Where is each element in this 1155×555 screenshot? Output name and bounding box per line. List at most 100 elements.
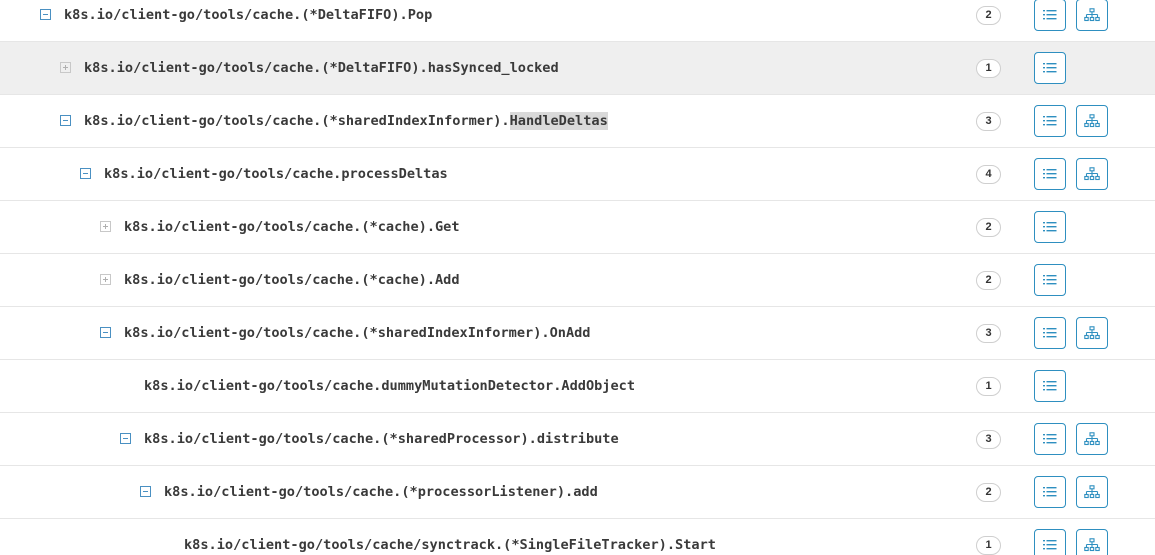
list-icon-glyph	[1043, 487, 1057, 497]
search-match-highlight: HandleDeltas	[509, 112, 608, 130]
list-icon	[1043, 274, 1057, 286]
list-icon-glyph	[1043, 116, 1057, 126]
collapse-toggle-minus-icon[interactable]	[100, 327, 111, 338]
list-view-button[interactable]	[1034, 105, 1066, 137]
tree-view-button[interactable]	[1076, 476, 1108, 508]
collapse-toggle-minus-icon[interactable]	[80, 168, 91, 179]
list-view-button[interactable]	[1034, 423, 1066, 455]
tree-row[interactable]: k8s.io/client-go/tools/cache.(*cache).Ge…	[0, 201, 1155, 254]
function-name[interactable]: k8s.io/client-go/tools/cache.dummyMutati…	[144, 376, 635, 396]
tree-view-button[interactable]	[1076, 105, 1108, 137]
hierarchy-icon	[1084, 326, 1100, 340]
hierarchy-icon-glyph	[1084, 432, 1100, 446]
collapse-toggle-minus-icon[interactable]	[120, 433, 131, 444]
function-name-text: k8s.io/client-go/tools/cache.(*sharedInd…	[124, 325, 591, 341]
expand-toggle-plus-icon[interactable]	[100, 274, 111, 285]
tree-view-button[interactable]	[1076, 0, 1108, 31]
hierarchy-icon-glyph	[1084, 114, 1100, 128]
list-icon-glyph	[1043, 10, 1057, 20]
hierarchy-icon-glyph	[1084, 326, 1100, 340]
list-view-button[interactable]	[1034, 264, 1066, 296]
tree-view-button[interactable]	[1076, 423, 1108, 455]
tree-row[interactable]: k8s.io/client-go/tools/cache.processDelt…	[0, 148, 1155, 201]
function-name-text: k8s.io/client-go/tools/cache.(*DeltaFIFO…	[64, 7, 433, 23]
hierarchy-icon	[1084, 114, 1100, 128]
hierarchy-icon-glyph	[1084, 8, 1100, 22]
function-name-text: k8s.io/client-go/tools/cache.(*DeltaFIFO…	[84, 60, 559, 76]
hierarchy-icon-glyph	[1084, 538, 1100, 552]
tree-view-button[interactable]	[1076, 529, 1108, 555]
tree-view-button[interactable]	[1076, 158, 1108, 190]
list-icon	[1043, 327, 1057, 339]
count-badge: 1	[976, 377, 1001, 396]
function-name[interactable]: k8s.io/client-go/tools/cache.(*DeltaFIFO…	[84, 58, 559, 78]
list-icon-glyph	[1043, 540, 1057, 550]
list-view-button[interactable]	[1034, 529, 1066, 555]
tree-row[interactable]: k8s.io/client-go/tools/cache.(*sharedInd…	[0, 95, 1155, 148]
list-icon	[1043, 9, 1057, 21]
tree-view-button[interactable]	[1076, 317, 1108, 349]
count-badge: 1	[976, 536, 1001, 555]
hierarchy-icon-glyph	[1084, 485, 1100, 499]
list-icon-glyph	[1043, 381, 1057, 391]
tree-row[interactable]: k8s.io/client-go/tools/cache.dummyMutati…	[0, 360, 1155, 413]
list-icon-glyph	[1043, 434, 1057, 444]
function-name-text: k8s.io/client-go/tools/cache.dummyMutati…	[144, 378, 636, 394]
function-name[interactable]: k8s.io/client-go/tools/cache.(*DeltaFIFO…	[64, 5, 432, 25]
collapse-toggle-minus-icon[interactable]	[40, 9, 51, 20]
list-icon	[1043, 115, 1057, 127]
call-tree: k8s.io/client-go/tools/cache.(*DeltaFIFO…	[0, 0, 1155, 555]
expand-toggle-plus-icon[interactable]	[100, 221, 111, 232]
list-view-button[interactable]	[1034, 52, 1066, 84]
list-view-button[interactable]	[1034, 476, 1066, 508]
tree-row[interactable]: k8s.io/client-go/tools/cache.(*processor…	[0, 466, 1155, 519]
function-name[interactable]: k8s.io/client-go/tools/cache.(*cache).Ge…	[124, 217, 460, 237]
tree-row[interactable]: k8s.io/client-go/tools/cache.(*DeltaFIFO…	[0, 42, 1155, 95]
function-name[interactable]: k8s.io/client-go/tools/cache/synctrack.(…	[184, 535, 716, 555]
expand-toggle-plus-icon[interactable]	[60, 62, 71, 73]
function-name[interactable]: k8s.io/client-go/tools/cache.(*sharedInd…	[124, 323, 591, 343]
count-badge: 1	[976, 59, 1001, 78]
tree-row[interactable]: k8s.io/client-go/tools/cache.(*DeltaFIFO…	[0, 0, 1155, 42]
tree-row[interactable]: k8s.io/client-go/tools/cache.(*sharedPro…	[0, 413, 1155, 466]
list-view-button[interactable]	[1034, 370, 1066, 402]
hierarchy-icon	[1084, 538, 1100, 552]
count-badge: 3	[976, 324, 1001, 343]
hierarchy-icon	[1084, 485, 1100, 499]
tree-row[interactable]: k8s.io/client-go/tools/cache.(*sharedInd…	[0, 307, 1155, 360]
count-badge: 3	[976, 430, 1001, 449]
function-name-text: k8s.io/client-go/tools/cache.processDelt…	[104, 166, 448, 182]
function-name[interactable]: k8s.io/client-go/tools/cache.(*sharedPro…	[144, 429, 619, 449]
list-icon-glyph	[1043, 63, 1057, 73]
hierarchy-icon	[1084, 8, 1100, 22]
list-view-button[interactable]	[1034, 211, 1066, 243]
count-badge: 2	[976, 271, 1001, 290]
function-name[interactable]: k8s.io/client-go/tools/cache.(*sharedInd…	[84, 111, 608, 131]
list-icon-glyph	[1043, 275, 1057, 285]
function-name[interactable]: k8s.io/client-go/tools/cache.(*cache).Ad…	[124, 270, 460, 290]
count-badge: 2	[976, 483, 1001, 502]
list-icon	[1043, 221, 1057, 233]
function-name-text: k8s.io/client-go/tools/cache.(*processor…	[164, 484, 598, 500]
list-icon-glyph	[1043, 169, 1057, 179]
count-badge: 2	[976, 6, 1001, 25]
tree-row[interactable]: k8s.io/client-go/tools/cache/synctrack.(…	[0, 519, 1155, 555]
collapse-toggle-minus-icon[interactable]	[60, 115, 71, 126]
function-name[interactable]: k8s.io/client-go/tools/cache.(*processor…	[164, 482, 598, 502]
list-view-button[interactable]	[1034, 0, 1066, 31]
function-name[interactable]: k8s.io/client-go/tools/cache.processDelt…	[104, 164, 448, 184]
list-icon	[1043, 62, 1057, 74]
list-icon	[1043, 168, 1057, 180]
count-badge: 3	[976, 112, 1001, 131]
tree-row[interactable]: k8s.io/client-go/tools/cache.(*cache).Ad…	[0, 254, 1155, 307]
function-name-text: k8s.io/client-go/tools/cache/synctrack.(…	[184, 537, 716, 553]
list-icon-glyph	[1043, 222, 1057, 232]
list-icon	[1043, 539, 1057, 551]
count-badge: 2	[976, 218, 1001, 237]
function-name-text: k8s.io/client-go/tools/cache.(*cache).Ge…	[124, 219, 460, 235]
list-view-button[interactable]	[1034, 158, 1066, 190]
collapse-toggle-minus-icon[interactable]	[140, 486, 151, 497]
list-icon-glyph	[1043, 328, 1057, 338]
list-view-button[interactable]	[1034, 317, 1066, 349]
hierarchy-icon	[1084, 432, 1100, 446]
